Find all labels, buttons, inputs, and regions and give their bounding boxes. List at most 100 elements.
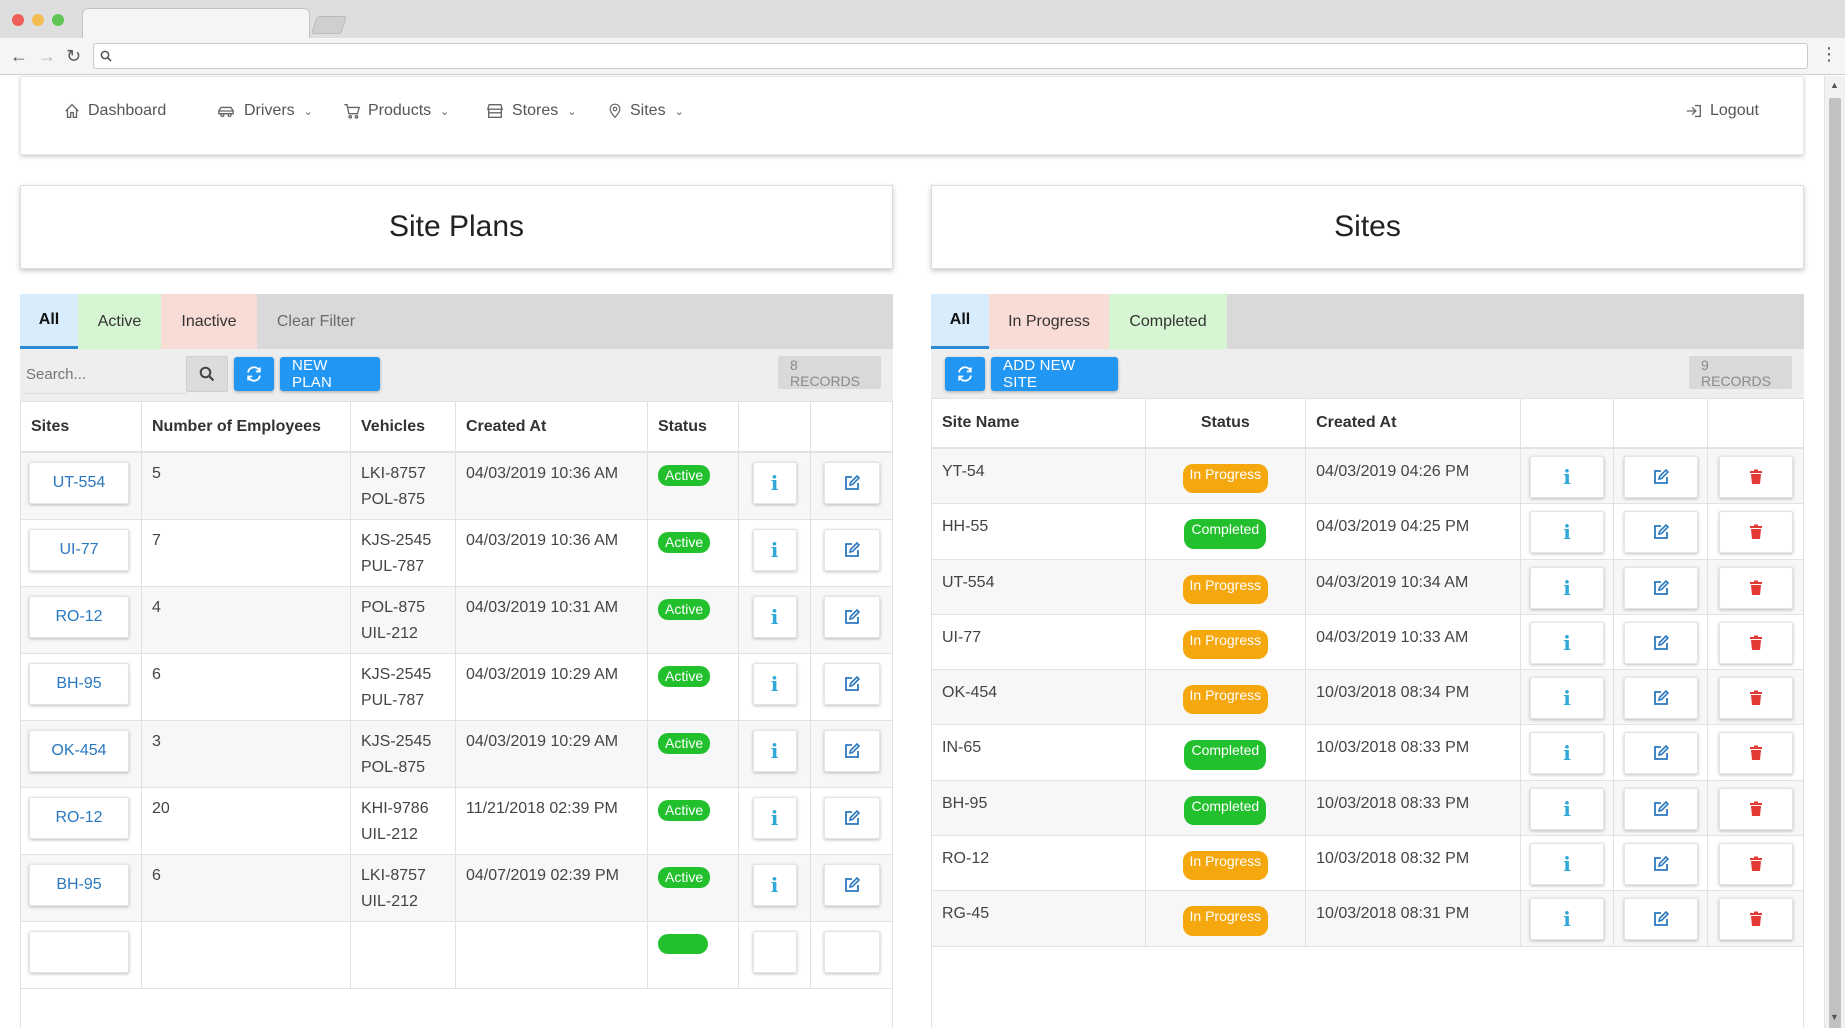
filter-inactive-tab[interactable]: Inactive	[161, 294, 257, 349]
site-cell: BH-95	[21, 654, 142, 720]
new-plan-button[interactable]: NEW PLAN	[280, 357, 380, 391]
edit-button[interactable]	[823, 663, 880, 705]
site-link-button[interactable]: BH-95	[29, 663, 129, 705]
scroll-up-icon[interactable]: ▲	[1830, 80, 1839, 90]
created-at-cell: 10/03/2018 08:33 PM	[1306, 780, 1521, 836]
site-link-button[interactable]: BH-95	[29, 864, 129, 906]
filter-active-tab[interactable]: Active	[78, 294, 161, 349]
employees-cell: 20	[142, 788, 351, 854]
edit-button[interactable]	[823, 864, 880, 906]
delete-button[interactable]	[1718, 898, 1793, 941]
scroll-thumb[interactable]	[1829, 98, 1841, 1028]
delete-button[interactable]	[1718, 621, 1793, 664]
scroll-down-icon[interactable]: ▼	[1830, 1012, 1839, 1022]
nav-drivers[interactable]: Drivers ⌄	[215, 99, 313, 123]
site-link-button[interactable]: OK-454	[29, 730, 129, 772]
nav-products[interactable]: Products ⌄	[343, 99, 449, 123]
clear-filter-tab[interactable]: Clear Filter	[257, 294, 375, 349]
info-button[interactable]: i	[1530, 511, 1605, 554]
info-button[interactable]: i	[1530, 732, 1605, 775]
info-cell: i	[739, 520, 811, 586]
new-tab-button[interactable]	[311, 16, 347, 34]
delete-button[interactable]	[1718, 677, 1793, 720]
edit-button[interactable]	[1623, 621, 1698, 664]
info-button[interactable]	[752, 931, 797, 973]
edit-cell	[811, 922, 892, 988]
address-bar[interactable]	[93, 43, 1808, 69]
search-input[interactable]	[24, 356, 187, 394]
info-button[interactable]: i	[752, 730, 797, 772]
forward-arrow-icon[interactable]: →	[38, 46, 56, 66]
edit-button[interactable]	[823, 596, 880, 638]
window-minimize-button[interactable]	[32, 14, 44, 26]
edit-button[interactable]	[823, 931, 880, 973]
search-button[interactable]	[186, 356, 228, 392]
site-link-button[interactable]: UT-554	[29, 462, 129, 504]
header-info-col	[1521, 399, 1615, 447]
edit-cell	[1614, 504, 1709, 559]
filter-all-tab[interactable]: All	[20, 294, 78, 349]
edit-button[interactable]	[823, 529, 880, 571]
created-at-cell: 04/03/2019 10:31 AM	[456, 587, 648, 653]
filter-all-tab[interactable]: All	[931, 294, 989, 349]
back-arrow-icon[interactable]: ←	[10, 46, 28, 66]
site-link-button[interactable]: RO-12	[29, 797, 129, 839]
info-button[interactable]: i	[752, 596, 797, 638]
site-cell: RO-12	[21, 788, 142, 854]
edit-icon	[1653, 800, 1669, 816]
add-new-site-button[interactable]: ADD NEW SITE	[991, 357, 1118, 391]
delete-button[interactable]	[1718, 456, 1793, 498]
edit-button[interactable]	[823, 797, 880, 839]
delete-button[interactable]	[1718, 566, 1793, 609]
info-button[interactable]: i	[1530, 456, 1605, 498]
status-cell: In Progress	[1146, 891, 1307, 946]
reload-icon[interactable]: ↻	[66, 46, 81, 66]
info-button[interactable]: i	[752, 864, 797, 906]
info-button[interactable]: i	[1530, 843, 1605, 886]
info-button[interactable]: i	[752, 529, 797, 571]
nav-dashboard[interactable]: Dashboard	[63, 99, 166, 123]
edit-button[interactable]	[1623, 732, 1698, 775]
edit-button[interactable]	[1623, 787, 1698, 830]
browser-menu-icon[interactable]: ⋮	[1820, 44, 1838, 65]
info-cell: i	[1521, 449, 1615, 504]
browser-tab[interactable]	[82, 8, 310, 38]
info-button[interactable]: i	[1530, 621, 1605, 664]
window-close-button[interactable]	[12, 14, 24, 26]
search-icon	[199, 366, 215, 382]
info-button[interactable]: i	[752, 797, 797, 839]
edit-button[interactable]	[1623, 566, 1698, 609]
edit-button[interactable]	[1623, 456, 1698, 498]
delete-button[interactable]	[1718, 787, 1793, 830]
edit-button[interactable]	[1623, 677, 1698, 720]
delete-button[interactable]	[1718, 732, 1793, 775]
status-badge: Active	[658, 666, 711, 687]
edit-button[interactable]	[1623, 843, 1698, 886]
home-icon	[65, 103, 79, 118]
edit-button[interactable]	[823, 730, 880, 772]
filter-completed-tab[interactable]: Completed	[1109, 294, 1227, 349]
info-button[interactable]: i	[752, 462, 797, 504]
site-link-button[interactable]: RO-12	[29, 596, 129, 638]
info-button[interactable]: i	[1530, 898, 1605, 941]
window-maximize-button[interactable]	[52, 14, 64, 26]
info-button[interactable]: i	[752, 663, 797, 705]
logout-link[interactable]: Logout	[1685, 99, 1759, 123]
site-link-button[interactable]: UI-77	[29, 529, 129, 571]
info-button[interactable]: i	[1530, 677, 1605, 720]
refresh-button[interactable]	[945, 357, 985, 391]
edit-button[interactable]	[1623, 511, 1698, 554]
edit-button[interactable]	[823, 462, 880, 504]
refresh-button[interactable]	[234, 357, 274, 391]
nav-stores[interactable]: Stores ⌄	[485, 99, 576, 123]
delete-button[interactable]	[1718, 843, 1793, 886]
info-button[interactable]: i	[1530, 787, 1605, 830]
page-scrollbar[interactable]: ▲ ▼	[1824, 76, 1845, 1028]
site-link-button[interactable]	[29, 931, 129, 973]
nav-sites[interactable]: Sites ⌄	[607, 99, 684, 123]
filter-in-progress-tab[interactable]: In Progress	[989, 294, 1109, 349]
info-button[interactable]: i	[1530, 566, 1605, 609]
nav-dashboard-label: Dashboard	[88, 102, 167, 119]
edit-button[interactable]	[1623, 898, 1698, 941]
delete-button[interactable]	[1718, 511, 1793, 554]
